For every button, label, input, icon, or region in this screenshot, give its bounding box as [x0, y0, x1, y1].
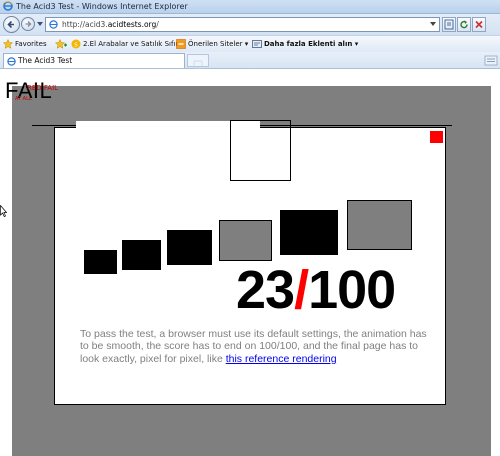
favorites-star-icon: [3, 39, 13, 49]
favorites-button[interactable]: Favorites: [3, 36, 49, 52]
back-button[interactable]: [3, 16, 20, 33]
instructions-text: To pass the test, a browser must use its…: [80, 328, 427, 365]
bucket-1-square: [84, 250, 117, 274]
tab-page-icon: [7, 57, 16, 66]
address-input[interactable]: http://acid3.acidtests.org/: [45, 17, 440, 32]
fail-overlay-text: RED FAIL: [27, 84, 59, 92]
fail-label: FAIL RED FAIL AT ALL: [5, 80, 65, 108]
page-icon: [49, 20, 58, 29]
score-total: 100: [308, 260, 396, 320]
fail-sub-text: AT ALL: [15, 96, 32, 102]
refresh-icon: [460, 20, 468, 29]
tab-acid3[interactable]: The Acid3 Test: [3, 53, 185, 68]
compat-view-icon: [444, 19, 454, 30]
outline-test-box: [230, 120, 291, 181]
reference-rendering-link[interactable]: this reference rendering: [226, 353, 337, 365]
forward-arrow-icon: [25, 21, 32, 27]
bucket-3-square: [167, 230, 212, 265]
cursor-icon: [0, 205, 7, 217]
new-tab-button[interactable]: [187, 54, 209, 69]
web-slice-icon: [252, 40, 262, 48]
score-display: 23/100: [236, 260, 396, 320]
add-favorite-button[interactable]: [55, 36, 69, 52]
tab-bar: The Acid3 Test: [0, 52, 500, 69]
tab-label: The Acid3 Test: [18, 56, 73, 65]
address-dropdown-icon[interactable]: [430, 22, 436, 27]
bucket-5-square: [280, 210, 338, 255]
bucket-4-square: [219, 220, 272, 261]
site-favicon-icon: s: [71, 39, 81, 49]
stop-button[interactable]: [472, 17, 486, 32]
navigation-bar: http://acid3.acidtests.org/: [0, 14, 500, 35]
compat-view-button[interactable]: [442, 17, 456, 32]
bucket-6-square: [347, 200, 412, 250]
window-title-bar[interactable]: The Acid3 Test - Windows Internet Explor…: [0, 0, 500, 14]
address-url: http://acid3.acidtests.org/: [62, 20, 159, 29]
favorites-bar: Favorites s 2.El Arabalar ve Satılık Sıf…: [0, 35, 500, 53]
add-favorite-icon: [55, 39, 67, 49]
bucket-2-square: [122, 240, 161, 270]
score-slash: /: [294, 260, 309, 320]
back-arrow-icon: [7, 20, 14, 29]
red-test-square: [430, 131, 443, 143]
ie-logo-icon: [3, 1, 13, 11]
svg-text:s: s: [74, 41, 78, 49]
suggested-sites-button[interactable]: Önerilen Siteler ▾: [176, 36, 248, 52]
stop-icon: [475, 20, 483, 29]
refresh-button[interactable]: [457, 17, 471, 32]
tab-list-icon[interactable]: [484, 54, 498, 67]
recent-pages-dropdown-icon[interactable]: [37, 21, 43, 27]
suggested-sites-icon: [176, 39, 186, 49]
get-more-addons-button[interactable]: Daha fazla Eklenti alın ▾: [252, 36, 358, 52]
window-title: The Acid3 Test - Windows Internet Explor…: [16, 2, 188, 11]
forward-button[interactable]: [21, 17, 35, 31]
favorite-link-arabalar[interactable]: s 2.El Arabalar ve Satılık Sıfır...: [71, 36, 184, 52]
score-value: 23: [236, 260, 295, 320]
